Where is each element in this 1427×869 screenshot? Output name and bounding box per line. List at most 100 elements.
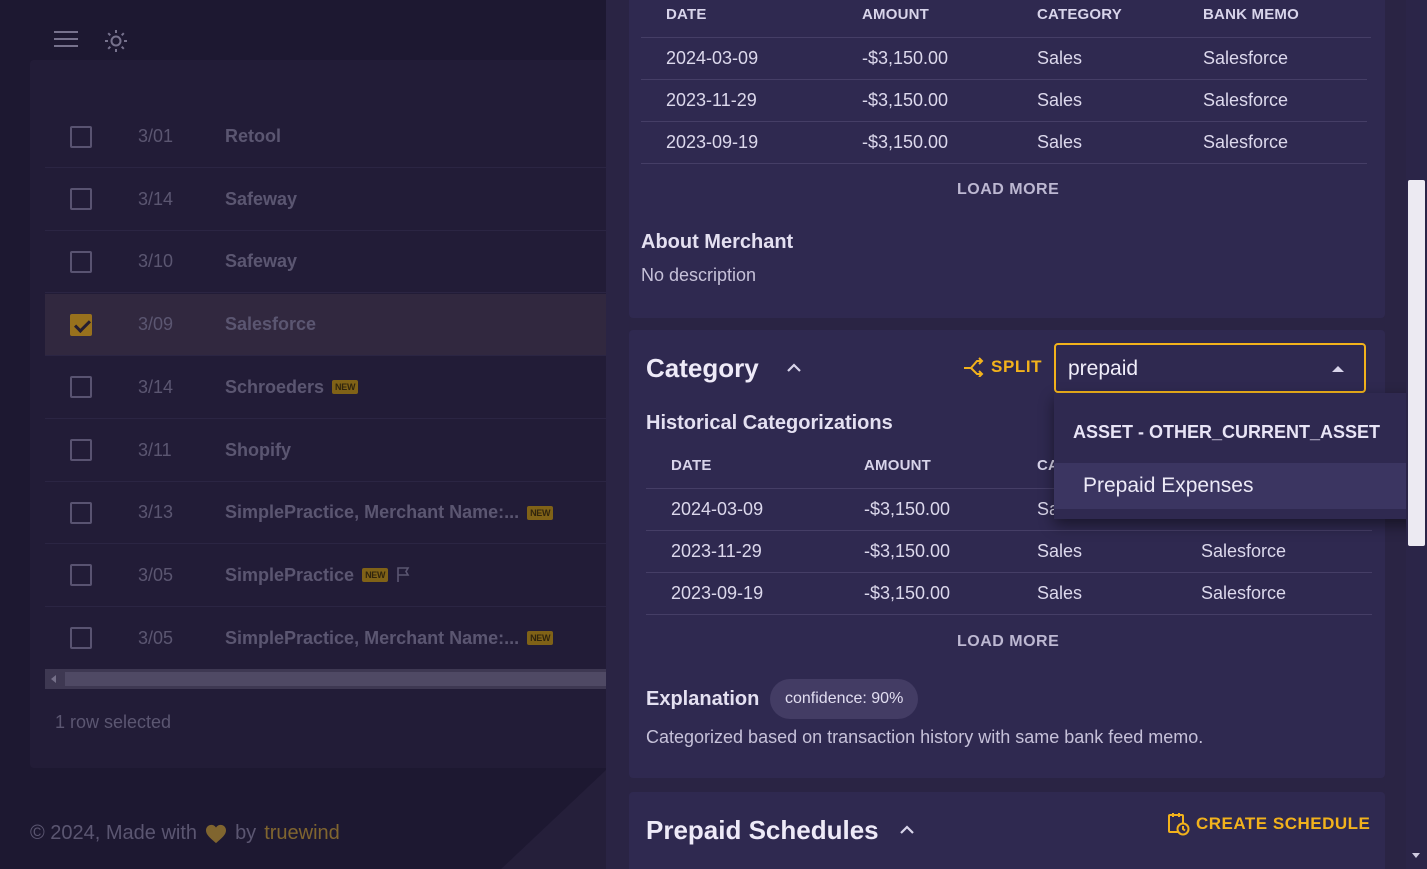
row-date: 3/09 [138,314,174,335]
row-checkbox[interactable] [70,564,92,587]
table-row[interactable]: 3/14 Schroeders NEW [45,357,606,419]
row-checkbox[interactable] [70,313,92,336]
table-row[interactable]: 3/11 Shopify [45,420,606,482]
dropdown-option-prepaid-expenses[interactable]: Prepaid Expenses [1054,463,1427,509]
table-cell: -$3,150.00 [864,583,951,603]
row-checkbox[interactable] [70,125,92,148]
create-schedule-button[interactable]: CREATE SCHEDULE [1168,812,1370,836]
table-row: 2024-03-09 -$3,150.00 Sales Salesforce [641,38,1367,80]
row-date: 3/05 [138,564,174,585]
row-merchant-name: SimplePractice, Merchant Name:... [225,627,520,648]
row-merchant: Safeway [225,251,297,272]
split-label: SPLIT [991,357,1043,376]
historical-categorizations-title: Historical Categorizations [646,412,893,434]
row-checkbox[interactable] [70,627,92,650]
history-col-amount: AMOUNT [864,457,932,474]
table-cell: Sales [1037,90,1083,110]
table-cell: -$3,150.00 [862,132,949,152]
table-row: 2023-09-19 -$3,150.00 Sales Salesforce [646,573,1372,615]
table-cell: Salesforce [1203,90,1289,110]
table-row[interactable]: 3/01 Retool [45,106,606,168]
row-merchant-name: SimplePractice, Merchant Name:... [225,502,520,523]
table-cell: Salesforce [1201,583,1287,603]
dropdown-caret-up-icon[interactable] [1332,366,1344,372]
decorative-shape [500,770,606,869]
table-cell: 2023-09-19 [666,132,759,152]
about-merchant-description: No description [641,265,757,285]
row-date: 3/01 [138,126,174,146]
category-search-input[interactable] [1068,355,1318,383]
table-row: 2023-11-29 -$3,150.00 Sales Salesforce [641,80,1367,122]
footer-copyright: © 2024, Made with [30,822,198,844]
heart-icon [206,824,227,843]
calendar-clock-icon [1168,813,1190,836]
create-schedule-label: CREATE SCHEDULE [1196,814,1371,833]
row-merchant: Safeway [225,189,297,210]
horizontal-scrollbar[interactable] [45,669,606,689]
row-date: 3/13 [138,502,174,523]
table-cell: -$3,150.00 [864,541,951,561]
collapse-category-icon[interactable] [785,359,803,377]
footer-brand-link[interactable]: truewind [264,822,340,845]
table-cell: Sales [1037,132,1083,152]
dropdown-option-label: Prepaid Expenses [1083,474,1254,497]
row-merchant: SimplePractice, Merchant Name:... NEW [225,627,554,649]
menu-icon[interactable] [54,31,78,49]
table-row[interactable]: 3/13 SimplePractice, Merchant Name:... NEW [45,482,606,545]
new-badge: NEW [332,380,359,395]
row-merchant: Schroeders NEW [225,377,359,398]
row-merchant-name: Safeway [225,188,298,209]
table-row[interactable]: 3/14 Safeway [45,169,606,231]
flag-icon[interactable] [396,567,412,583]
table-row[interactable]: 3/10 Safeway [45,231,606,294]
table-cell: 2023-11-29 [671,541,762,561]
new-badge: NEW [362,568,389,583]
row-checkbox[interactable] [70,439,92,461]
row-merchant: Salesforce [225,314,316,335]
history-col-date: DATE [671,457,712,474]
history-load-more-button[interactable]: LOAD MORE [957,633,1059,651]
table-cell: Sales [1037,48,1083,68]
footer: © 2024, Made with by truewind [30,822,340,845]
table-row: 2023-11-29 -$3,150.00 Sales Salesforce [646,531,1372,573]
table-row: 2023-09-19 -$3,150.00 Sales Salesforce [641,122,1367,164]
table-cell: Salesforce [1203,132,1289,152]
split-button[interactable]: SPLIT [963,357,1042,377]
theme-toggle-icon[interactable] [104,29,128,53]
explanation-title: Explanation [646,688,760,710]
table-row[interactable]: 3/09 Salesforce [45,294,606,357]
row-checkbox[interactable] [70,250,92,273]
row-checkbox[interactable] [70,188,92,211]
row-merchant-name: Safeway [225,251,298,272]
confidence-badge: confidence: 90% [770,679,919,719]
category-dropdown-list: ASSET - OTHER_CURRENT_ASSET Prepaid Expe… [1054,393,1427,519]
category-select[interactable] [1054,343,1366,393]
merchant-col-bank-memo: BANK MEMO [1203,6,1299,23]
scrollbar-thumb[interactable] [65,672,606,686]
merchant-col-category: CATEGORY [1037,6,1122,23]
row-checkbox[interactable] [70,501,92,524]
table-row[interactable]: 3/05 SimplePractice, Merchant Name:... NEW [45,608,606,670]
explanation-text: Categorized based on transaction history… [646,727,1204,747]
row-date: 3/05 [138,627,174,648]
merchant-col-date: DATE [666,6,707,23]
vertical-scrollbar[interactable] [1406,0,1427,869]
row-merchant-name: Salesforce [225,314,317,335]
new-badge: NEW [527,505,554,520]
collapse-prepaid-icon[interactable] [898,821,916,839]
row-merchant: Shopify [225,440,291,461]
vertical-scrollbar-thumb[interactable] [1408,180,1425,546]
scroll-left-icon[interactable] [51,675,56,683]
table-row[interactable]: 3/05 SimplePractice NEW [45,545,606,607]
row-merchant: SimplePractice NEW [225,565,412,586]
table-cell: Salesforce [1203,48,1289,68]
row-merchant-name: Shopify [225,439,291,460]
table-cell: -$3,150.00 [862,48,949,68]
merchant-load-more-button[interactable]: LOAD MORE [957,181,1059,199]
row-date: 3/10 [138,251,174,272]
scroll-down-icon[interactable] [1412,853,1420,858]
row-checkbox[interactable] [70,376,92,399]
dropdown-group-header: ASSET - OTHER_CURRENT_ASSET [1073,422,1381,442]
table-cell: Sales [1037,583,1083,603]
transaction-detail-drawer: DATE AMOUNT CATEGORY BANK MEMO 2024-03-0… [606,0,1427,869]
